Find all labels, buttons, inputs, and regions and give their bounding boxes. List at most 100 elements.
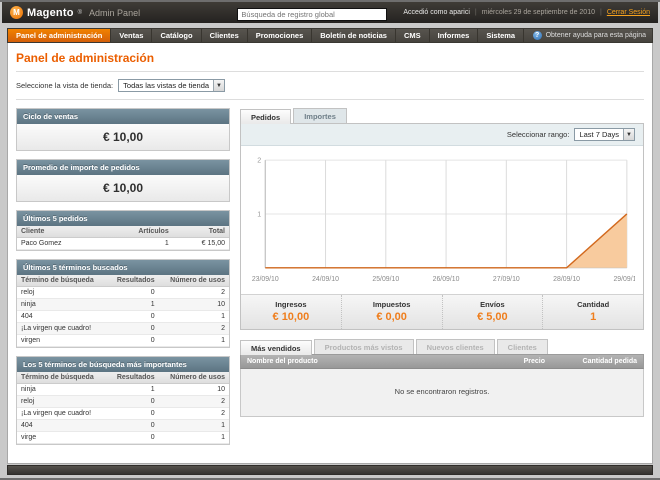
chevron-down-icon: ▼	[623, 129, 634, 140]
stat-value: € 0,00	[376, 311, 407, 324]
table-cell: 0	[107, 286, 159, 299]
table-cell: 10	[158, 383, 229, 396]
col-termino: Término de búsqueda	[17, 372, 108, 384]
logo-subtitle: Admin Panel	[89, 7, 141, 18]
svg-text:1: 1	[257, 210, 261, 218]
help-globe-icon: ?	[532, 31, 542, 40]
nav-item-informes[interactable]: Informes	[430, 29, 479, 42]
header-separator: |	[599, 9, 602, 16]
col-resultados: Resultados	[107, 372, 159, 384]
table-cell: virge	[17, 431, 108, 444]
svg-text:27/09/10: 27/09/10	[493, 276, 520, 283]
tab-mas-vendidos[interactable]: Más vendidos	[240, 340, 312, 356]
logout-link[interactable]: Cerrar Sesión	[607, 9, 650, 16]
table-row: reloj 0 2	[17, 286, 229, 299]
products-table-header: Nombre del producto Precio Cantidad pedi…	[240, 354, 644, 370]
range-selector-row: Seleccionar rango: Last 7 Days ▼	[241, 124, 643, 146]
average-orders-value: € 10,00	[17, 175, 229, 201]
table-cell: virgen	[17, 334, 108, 347]
stats-row: Ingresos € 10,00 Impuestos € 0,00 Envíos…	[241, 294, 643, 330]
products-empty-state: No se encontraron registros.	[240, 369, 644, 418]
chart-container: 1 2 23/09/10 24/09/10 25/09/10 26/09/10 27/09/…	[241, 146, 643, 294]
nav-item-promociones[interactable]: Promociones	[248, 29, 313, 42]
table-cell: Paco Gomez	[17, 237, 104, 250]
global-search-input[interactable]	[237, 7, 388, 21]
header-bar: M Magento ® Admin Panel Accedió como apa…	[2, 2, 658, 23]
svg-text:2: 2	[257, 157, 261, 165]
tab-productos-mas-vistos[interactable]: Productos más vistos	[313, 339, 414, 355]
last-search-terms-table: Término de búsqueda Resultados Número de…	[17, 275, 229, 347]
magento-admin-page: M Magento ® Admin Panel Accedió como apa…	[0, 0, 660, 480]
nav-item-sistema[interactable]: Sistema	[478, 29, 525, 42]
store-view-value: Todas las vistas de tienda	[123, 81, 210, 90]
table-row: 404 0 1	[17, 310, 229, 323]
right-column: Pedidos Importes Seleccionar rango: Last…	[240, 108, 644, 453]
table-cell: 0	[107, 310, 159, 323]
nav-item-cms[interactable]: CMS	[396, 29, 430, 42]
table-cell: 1	[158, 419, 229, 432]
page-help-link[interactable]: ? Obtener ayuda para esta página	[532, 29, 652, 42]
table-cell: 2	[158, 322, 229, 335]
store-view-select[interactable]: Todas las vistas de tienda ▼	[118, 79, 225, 92]
stat-label: Cantidad	[577, 300, 610, 310]
table-cell: 2	[158, 286, 229, 299]
stat-label: Impuestos	[372, 300, 411, 310]
nav-item-ventas[interactable]: Ventas	[111, 29, 153, 42]
table-cell: 0	[107, 419, 159, 432]
tab-importes[interactable]: Importes	[293, 108, 347, 123]
store-view-label: Seleccione la vista de tienda:	[16, 81, 114, 90]
table-cell: 1	[158, 334, 229, 347]
stat-ingresos: Ingresos € 10,00	[241, 295, 342, 330]
last-orders-table: Cliente Artículos Total Paco Gomez 1 € 15,…	[17, 226, 229, 250]
stat-label: Envíos	[480, 300, 505, 310]
header-user-area: Accedió como aparici | miércoles 29 de s…	[403, 9, 650, 16]
tab-nuevos-clientes[interactable]: Nuevos clientes	[415, 339, 495, 355]
table-cell: reloj	[17, 395, 108, 408]
table-cell: 404	[17, 419, 108, 432]
table-cell: 0	[107, 334, 159, 347]
stat-cantidad: Cantidad 1	[543, 295, 643, 329]
last-orders-box: Últimos 5 pedidos Cliente Artículos Tota…	[16, 210, 230, 251]
nav-item-clientes[interactable]: Clientes	[202, 29, 248, 42]
top-search-terms-title: Los 5 términos de búsqueda más important…	[17, 357, 229, 372]
table-row: ninja 1 10	[17, 298, 229, 311]
table-row: ¡La virgen que cuadro! 0 2	[17, 322, 229, 335]
last-search-terms-box: Últimos 5 términos buscados Término de b…	[16, 259, 230, 348]
nav-item-catalogo[interactable]: Catálogo	[152, 29, 202, 42]
table-cell: 1	[107, 298, 159, 311]
stat-envios: Envíos € 5,00	[443, 295, 544, 330]
svg-text:29/09/10: 29/09/10	[613, 276, 635, 283]
average-orders-title: Promedio de importe de pedidos	[17, 160, 229, 175]
col-cantidad-pedida: Cantidad pedida	[582, 358, 637, 366]
col-total: Total	[172, 226, 229, 238]
svg-text:23/09/10: 23/09/10	[252, 276, 279, 283]
nav-item-dashboard[interactable]: Panel de administración	[8, 29, 112, 42]
tab-pedidos[interactable]: Pedidos	[240, 109, 292, 124]
header-date-text: miércoles 29 de septiembre de 2010	[481, 9, 595, 16]
store-view-row: Seleccione la vista de tienda: Todas las…	[16, 72, 644, 100]
nav-item-boletin[interactable]: Boletín de noticias	[312, 29, 396, 42]
top-search-terms-box: Los 5 términos de búsqueda más important…	[16, 356, 230, 445]
stat-value: € 5,00	[477, 311, 508, 324]
orders-panel: Seleccionar rango: Last 7 Days ▼ 1 2 23/09…	[240, 123, 644, 331]
magento-logo[interactable]: M Magento ® Admin Panel	[10, 6, 140, 19]
lifetime-sales-title: Ciclo de ventas	[17, 109, 229, 124]
table-cell: 2	[158, 407, 229, 420]
lifetime-sales-value: € 10,00	[17, 124, 229, 150]
logo-text: Magento	[27, 6, 74, 19]
svg-text:26/09/10: 26/09/10	[433, 276, 460, 283]
col-usos: Número de usos	[158, 372, 229, 384]
svg-text:28/09/10: 28/09/10	[553, 276, 580, 283]
content-area: Panel de administración Seleccione la vi…	[7, 43, 653, 464]
col-usos: Número de usos	[158, 275, 229, 287]
table-cell: ninja	[17, 383, 108, 396]
table-cell: ¡La virgen que cuadro!	[17, 322, 108, 335]
header-separator: |	[474, 9, 477, 16]
range-select[interactable]: Last 7 Days ▼	[574, 128, 635, 141]
svg-text:24/09/10: 24/09/10	[312, 276, 339, 283]
table-cell: ¡La virgen que cuadro!	[17, 407, 108, 420]
tab-clientes[interactable]: Clientes	[496, 339, 548, 355]
top-search-terms-table: Término de búsqueda Resultados Número de…	[17, 372, 229, 444]
stat-value: 1	[590, 311, 597, 324]
col-resultados: Resultados	[107, 275, 159, 287]
